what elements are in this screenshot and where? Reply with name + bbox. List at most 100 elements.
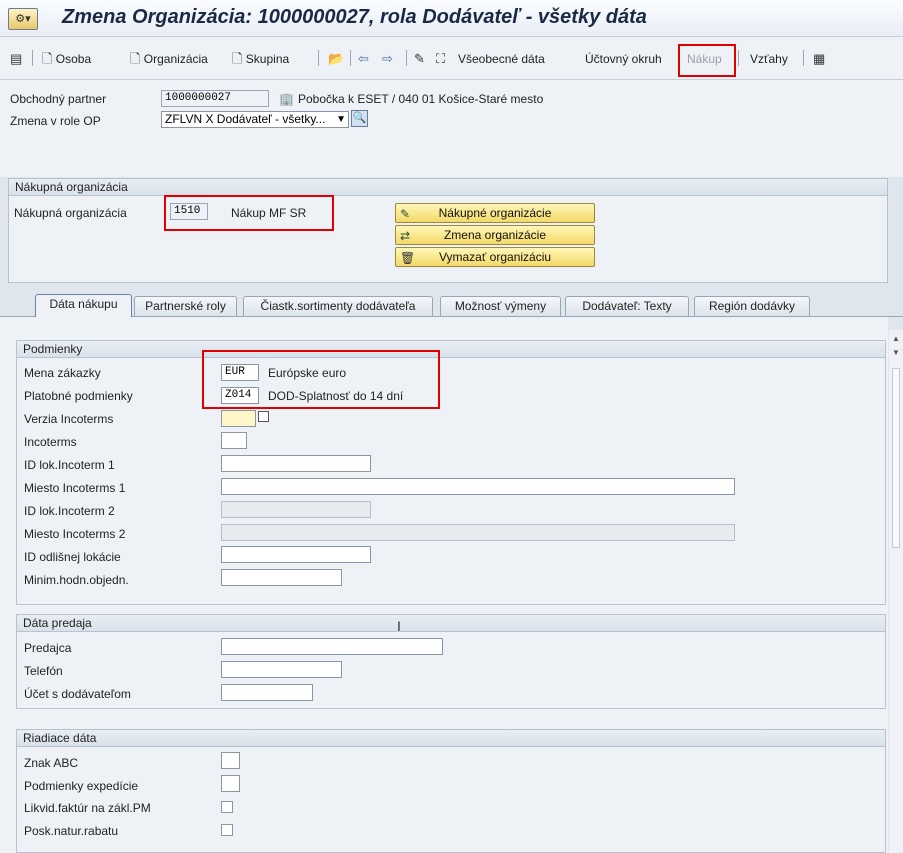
change-org-icon: ⇄ [400,229,411,243]
tab-ciastk-sortimenty[interactable]: Čiastk.sortimenty dodávateľa [243,296,433,316]
edit-pencil-icon[interactable]: ✎ [414,50,425,68]
currency-description: Európske euro [268,366,347,380]
hierarchy-icon[interactable]: ⛶ [436,50,445,68]
scroll-down-icon[interactable]: ▼ [892,348,900,357]
place2-field [221,524,735,541]
toolbar-separator [32,50,33,66]
tab-strip: Dáta nákupu Partnerské roly Čiastk.sorti… [0,292,903,318]
edit-check-icon: ✎ [400,207,411,221]
place1-label: Miesto Incoterms 1 [24,481,126,495]
vendor-account-label: Účet s dodávateľom [24,687,131,701]
role-label: Zmena v role OP [10,114,101,128]
tab-partnerske-roly[interactable]: Partnerské roly [134,296,237,316]
tab-region-dodavky[interactable]: Región dodávky [694,296,810,316]
vertical-scrollbar[interactable]: ▲ ▼ [889,330,903,853]
application-toolbar: ▤ 🗋 Osoba 🗋 Organizácia 🗋 Skupina 📂 ⇦ ⇨ … [0,37,903,80]
shipping-conditions-field[interactable] [221,775,240,792]
control-data-group-title: Riadiace dáta [17,730,885,747]
chevron-down-icon[interactable]: ▼ [336,112,346,127]
phone-field[interactable] [221,661,342,678]
vztahy-button[interactable]: Vzťahy [750,50,788,68]
seller-label: Predajca [24,641,72,655]
loc-id2-label: ID lok.Incoterm 2 [24,504,115,518]
osoba-button[interactable]: 🗋 Osoba [42,50,91,68]
role-dropdown[interactable]: ZFLVN X Dodávateľ - všetky... ▼ [161,111,349,128]
sales-data-group-title: Dáta predaja [17,615,885,632]
partner-number-field[interactable]: 1000000027 [161,90,269,107]
organizacia-button[interactable]: 🗋 Organizácia [130,50,208,68]
tab-data-nakupu[interactable]: Dáta nákupu [35,294,132,317]
purch-org-code-field[interactable]: 1510 [170,203,208,220]
shipping-conditions-label: Podmienky expedície [24,779,139,793]
payment-terms-description: DOD-Splatnosť do 14 dní [268,389,404,403]
incoterms-label: Incoterms [24,435,77,449]
incoterms-version-field[interactable] [221,410,256,427]
gr-invoice-checkbox[interactable] [221,801,233,813]
arrow-right-icon[interactable]: ⇨ [382,50,393,68]
title-bar: ⚙▾ Zmena Organizácia: 1000000027, rola D… [0,0,903,37]
toolbar-separator [738,50,739,66]
loc-id1-label: ID lok.Incoterm 1 [24,458,115,472]
payment-terms-label: Platobné podmienky [24,389,133,403]
payment-terms-field[interactable]: Z014 [221,387,259,404]
toolbar-separator [318,50,319,66]
currency-label: Mena zákazky [24,366,101,380]
delete-org-button[interactable]: 🗑 Vymazať organizáciu [395,247,595,267]
search-help-icon[interactable]: 🔍 [351,110,368,127]
gr-invoice-label: Likvid.faktúr na zákl.PM [24,801,151,815]
new-document-icon: 🗋 [42,51,53,66]
uctovny-okruh-button[interactable]: Účtovný okruh [585,50,662,68]
seller-field[interactable] [221,638,443,655]
purch-org-label: Nákupná organizácia [14,206,127,220]
abc-indicator-label: Znak ABC [24,756,79,770]
loc-id1-field[interactable] [221,455,371,472]
new-document-icon: 🗋 [130,51,141,66]
phone-label: Telefón [24,664,63,678]
incoterms-version-label: Verzia Incoterms [24,412,114,426]
arrow-left-icon[interactable]: ⇦ [358,50,369,68]
incoterms-field[interactable] [221,432,247,449]
loc-id2-field [221,501,371,518]
sales-data-group: Dáta predaja [16,614,886,709]
natural-discount-checkbox[interactable] [221,824,233,836]
place2-label: Miesto Incoterms 2 [24,527,126,541]
building-icon: 🏢 [279,92,294,106]
value-help-icon[interactable] [258,411,269,422]
layout-icon[interactable]: ▦ [813,50,825,68]
skupina-button[interactable]: 🗋 Skupina [232,50,289,68]
diff-location-label: ID odlišnej lokácie [24,550,121,564]
text-cursor-icon: I [397,618,401,634]
purch-org-group-title: Nákupná organizácia [9,179,887,196]
partner-label: Obchodný partner [10,92,107,106]
min-order-value-label: Minim.hodn.objedn. [24,573,129,587]
partner-description: Pobočka k ESET / 040 01 Košice-Staré mes… [298,92,544,106]
purch-org-name: Nákup MF SR [231,206,307,220]
scroll-up-icon[interactable]: ▲ [892,334,900,343]
abc-indicator-field[interactable] [221,752,240,769]
tab-dodavatel-texty[interactable]: Dodávateľ: Texty [565,296,689,316]
nakup-button[interactable]: Nákup [687,50,722,68]
toolbar-separator [406,50,407,66]
vseobecne-data-button[interactable]: Všeobecné dáta [458,50,545,68]
purch-orgs-button[interactable]: ✎ Nákupné organizácie [395,203,595,223]
place1-field[interactable] [221,478,735,495]
natural-discount-label: Posk.natur.rabatu [24,824,119,838]
sap-transaction-icon[interactable]: ⚙▾ [8,8,38,30]
trash-icon: 🗑 [400,251,416,265]
min-order-value-field[interactable] [221,569,342,586]
new-document-icon: 🗋 [232,51,243,66]
toggle-fullscreen-icon[interactable]: ▤ [10,50,22,68]
control-data-group: Riadiace dáta [16,729,886,853]
scrollbar-thumb[interactable] [892,368,900,548]
toolbar-separator [350,50,351,66]
currency-field[interactable]: EUR [221,364,259,381]
vendor-account-field[interactable] [221,684,313,701]
window-title: Zmena Organizácia: 1000000027, rola Dodá… [62,6,647,28]
open-folder-icon[interactable]: 📂 [328,50,344,68]
diff-location-field[interactable] [221,546,371,563]
tab-moznost-vymeny[interactable]: Možnosť výmeny [440,296,561,316]
toolbar-separator [803,50,804,66]
change-org-button[interactable]: ⇄ Zmena organizácie [395,225,595,245]
conditions-group: Podmienky [16,340,886,605]
conditions-group-title: Podmienky [17,341,885,358]
